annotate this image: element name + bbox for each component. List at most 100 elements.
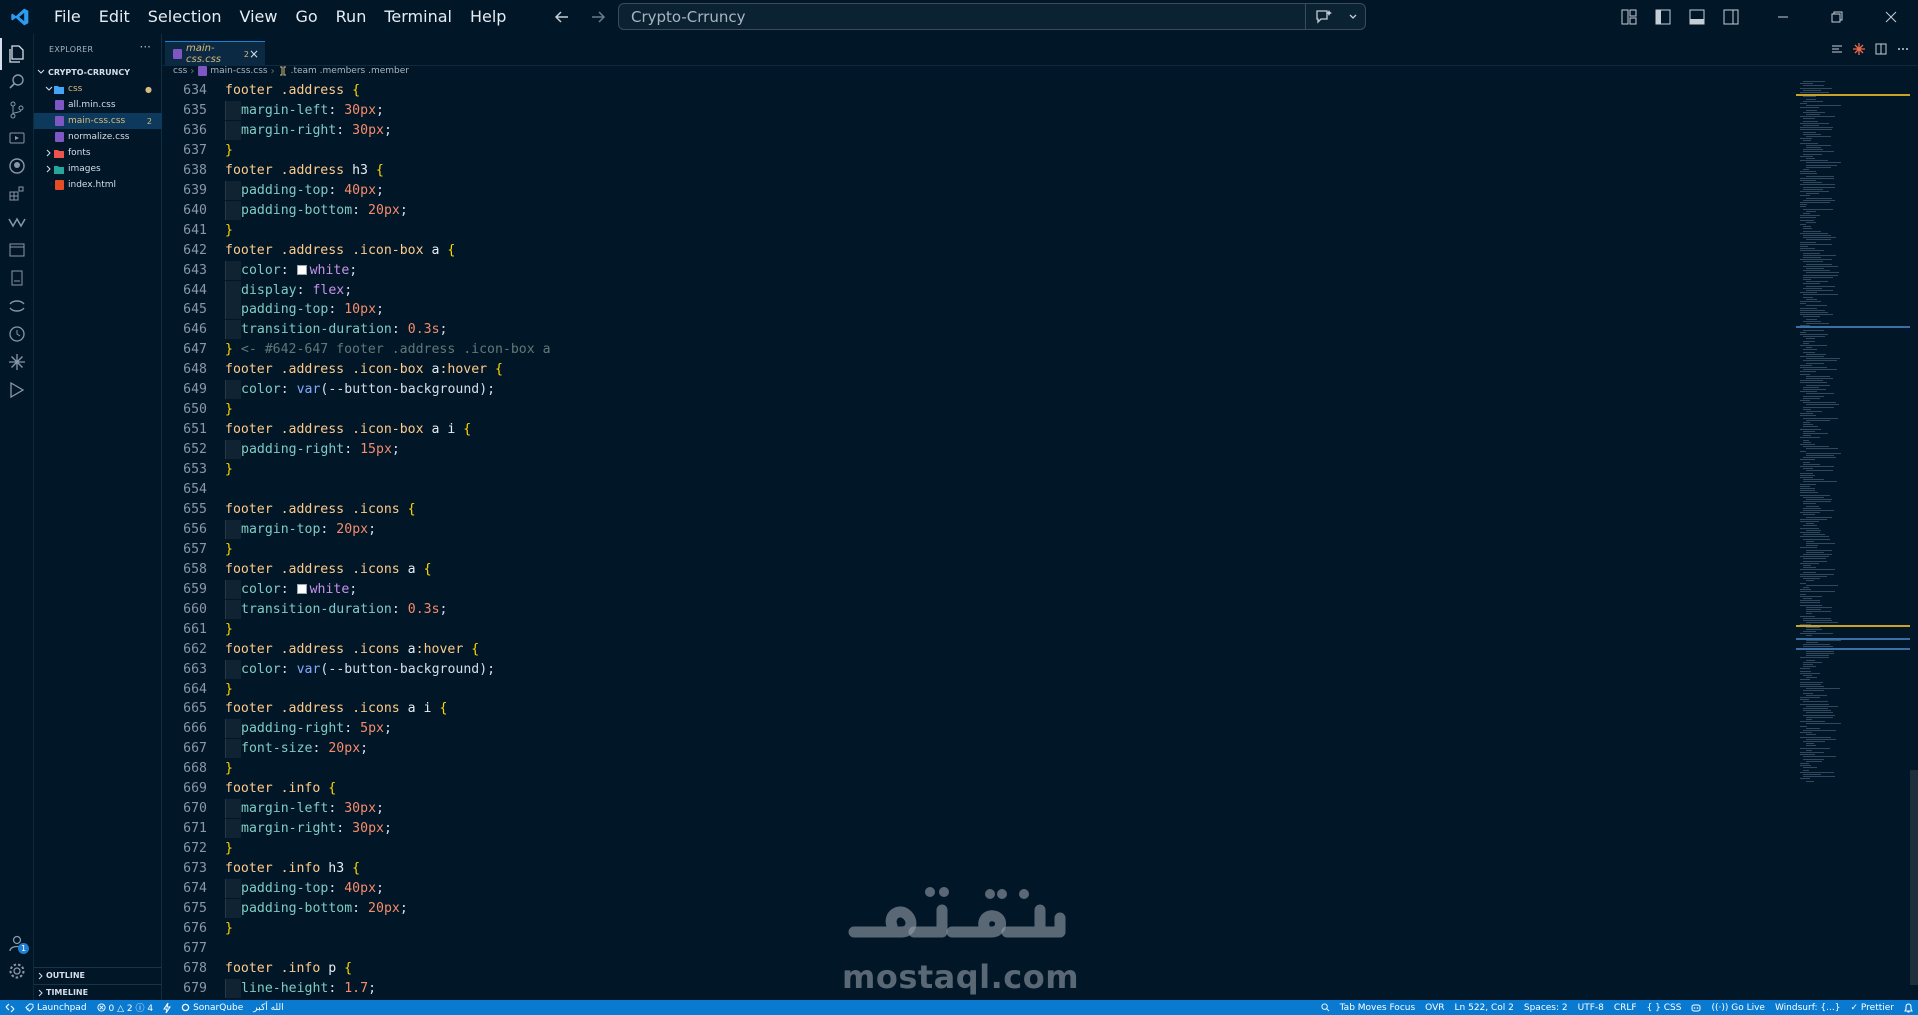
compare-changes-icon[interactable] [1830, 42, 1844, 56]
code-line[interactable]: 643 color: white; [163, 260, 1763, 280]
toggle-panel-icon[interactable] [1685, 5, 1709, 29]
github-icon[interactable] [5, 154, 29, 178]
tree-item-fonts-folder[interactable]: fonts [34, 145, 162, 161]
code-line[interactable]: 645 padding-top: 10px; [163, 300, 1763, 320]
explorer-files-icon[interactable] [0, 38, 29, 70]
code-line[interactable]: 636 margin-right: 30px; [163, 120, 1763, 140]
minimize-icon[interactable] [1756, 0, 1810, 34]
code-line[interactable]: 654 [163, 480, 1763, 499]
code-line[interactable]: 656 margin-top: 20px; [163, 519, 1763, 539]
code-line[interactable]: 642 footer .address .icon-box a { [163, 241, 1763, 260]
tree-item-index-html[interactable]: index.html [34, 177, 162, 193]
minimap[interactable] [1796, 81, 1910, 999]
code-line[interactable]: 639 padding-top: 40px; [163, 180, 1763, 200]
tree-item-images-folder[interactable]: images [34, 161, 162, 177]
color-swatch-icon[interactable] [296, 264, 307, 275]
workspace-folder-header[interactable]: CRYPTO-CRRUNCY [34, 65, 162, 79]
code-line[interactable]: 660 transition-duration: 0.3s; [163, 599, 1763, 619]
back-arrow-icon[interactable] [550, 5, 574, 29]
code-line[interactable]: 640 padding-bottom: 20px; [163, 200, 1763, 220]
notifications-status[interactable] [1899, 1000, 1918, 1015]
menu-edit[interactable]: Edit [90, 0, 139, 34]
codeium-action-icon[interactable] [1852, 42, 1866, 56]
code-line[interactable]: 647} <- #642-647 footer .address .icon-b… [163, 340, 1763, 359]
cursor-position-status[interactable]: Ln 522, Col 2 [1450, 1000, 1519, 1015]
timeline-panel-header[interactable]: TIMELINE [34, 984, 162, 1000]
encoding-status[interactable]: UTF-8 [1573, 1000, 1609, 1015]
tab-close-icon[interactable]: × [249, 47, 259, 61]
code-line[interactable]: 672} [163, 839, 1763, 858]
go-live-status[interactable]: ((·)) Go Live [1706, 1000, 1770, 1015]
forward-arrow-icon[interactable] [586, 5, 610, 29]
code-line[interactable]: 652 padding-right: 15px; [163, 440, 1763, 460]
code-editor[interactable]: 634 footer .address {635 margin-left: 30px… [163, 81, 1793, 1015]
overwrite-status[interactable]: OVR [1420, 1000, 1449, 1015]
tab-focus-status[interactable]: Tab Moves Focus [1335, 1000, 1421, 1015]
menu-selection[interactable]: Selection [139, 0, 231, 34]
timer-icon[interactable] [5, 322, 29, 346]
account-icon[interactable]: 1 [5, 931, 29, 955]
code-line[interactable]: 653} [163, 460, 1763, 479]
code-line[interactable]: 637} [163, 141, 1763, 160]
code-line[interactable]: 665 footer .address .icons a i { [163, 699, 1763, 718]
arabic-status[interactable]: الله أكبر [248, 1000, 288, 1015]
code-line[interactable]: 648 footer .address .icon-box a:hover { [163, 360, 1763, 379]
eol-status[interactable]: CRLF [1609, 1000, 1642, 1015]
toggle-secondary-sidebar-icon[interactable] [1719, 5, 1743, 29]
chevron-down-icon[interactable] [1341, 4, 1365, 29]
code-line[interactable]: 666 padding-right: 5px; [163, 719, 1763, 739]
code-line[interactable]: 669 footer .info { [163, 779, 1763, 798]
code-line[interactable]: 664} [163, 680, 1763, 699]
code-line[interactable]: 641} [163, 221, 1763, 240]
color-swatch-icon[interactable] [296, 583, 307, 594]
codeium-icon[interactable] [5, 350, 29, 374]
code-line[interactable]: 634 footer .address { [163, 81, 1763, 100]
tree-item-all-min-css[interactable]: all.min.css [34, 97, 162, 113]
menu-help[interactable]: Help [461, 0, 515, 34]
live-share-icon[interactable] [5, 294, 29, 318]
menu-go[interactable]: Go [286, 0, 326, 34]
chat-icon[interactable] [1305, 4, 1341, 29]
copilot-status[interactable] [1686, 1000, 1706, 1015]
code-line[interactable]: 638 footer .address h3 { [163, 161, 1763, 180]
split-editor-icon[interactable] [1874, 42, 1888, 56]
code-line[interactable]: 655 footer .address .icons { [163, 500, 1763, 519]
menu-terminal[interactable]: Terminal [375, 0, 461, 34]
run-debug-icon[interactable] [5, 126, 29, 150]
toggle-primary-sidebar-icon[interactable] [1651, 5, 1675, 29]
language-mode-status[interactable]: { } CSS [1642, 1000, 1687, 1015]
code-line[interactable]: 635 margin-left: 30px; [163, 100, 1763, 120]
menu-file[interactable]: File [45, 0, 90, 34]
editor-scrollbar[interactable] [1910, 770, 1918, 985]
code-line[interactable]: 670 margin-left: 30px; [163, 799, 1763, 819]
notebook-icon[interactable] [5, 266, 29, 290]
code-line[interactable]: 659 color: white; [163, 579, 1763, 599]
code-line[interactable]: 661} [163, 620, 1763, 639]
code-line[interactable]: 663 color: var(--button-background); [163, 659, 1763, 679]
code-line[interactable]: 658 footer .address .icons a { [163, 560, 1763, 579]
launchpad-status[interactable]: Launchpad [20, 1000, 92, 1015]
tree-item-normalize-css[interactable]: normalize.css [34, 129, 162, 145]
sonarqube-status[interactable]: SonarQube [176, 1000, 248, 1015]
windsurf-icon[interactable] [5, 210, 29, 234]
source-control-icon[interactable] [5, 98, 29, 122]
outline-panel-header[interactable]: OUTLINE [34, 967, 162, 983]
zoom-status[interactable] [1316, 1000, 1335, 1015]
code-line[interactable]: 671 margin-right: 30px; [163, 819, 1763, 839]
close-icon[interactable] [1864, 0, 1918, 34]
code-line[interactable]: 668} [163, 759, 1763, 778]
customize-layout-icon[interactable] [1617, 5, 1641, 29]
code-line[interactable]: 644 display: flex; [163, 280, 1763, 300]
code-line[interactable]: 667 font-size: 20px; [163, 739, 1763, 759]
code-line[interactable]: 650} [163, 400, 1763, 419]
indentation-status[interactable]: Spaces: 2 [1519, 1000, 1573, 1015]
menu-view[interactable]: View [231, 0, 287, 34]
code-line[interactable]: 651 footer .address .icon-box a i { [163, 420, 1763, 439]
restore-icon[interactable] [1810, 0, 1864, 34]
breadcrumb-item[interactable]: .team .members .member [291, 66, 409, 76]
settings-gear-icon[interactable] [5, 959, 29, 983]
breadcrumb-item[interactable]: main-css.css [210, 66, 267, 76]
command-center-search[interactable]: Crypto-Crruncy [618, 3, 1366, 30]
breadcrumb-item[interactable]: css [173, 66, 187, 76]
lightning-status[interactable] [158, 1000, 176, 1015]
